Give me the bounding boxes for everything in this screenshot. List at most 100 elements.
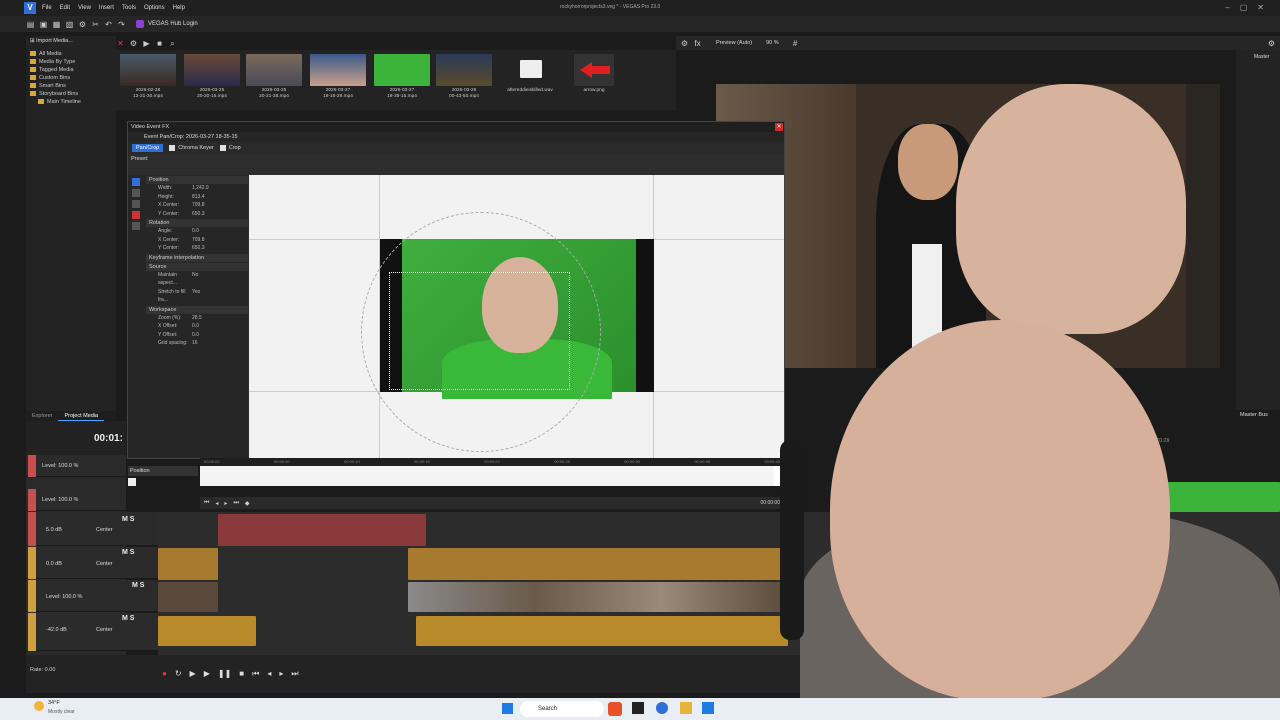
menu-tools[interactable]: Tools <box>122 5 136 11</box>
pause-icon[interactable]: ❚❚ <box>218 669 231 679</box>
taskbar-app-icon[interactable] <box>656 702 668 714</box>
prop-row[interactable]: Grid spacing: 16 <box>146 339 248 348</box>
mute-button[interactable]: M S <box>132 582 144 589</box>
keyframe-marker[interactable] <box>128 478 136 486</box>
cut-icon[interactable]: ✂ <box>91 20 100 29</box>
video-clip[interactable] <box>408 582 788 612</box>
fx-enable-checkbox[interactable] <box>219 145 226 151</box>
stop-icon[interactable]: ■ <box>239 669 244 679</box>
first-keyframe-icon[interactable]: ⏮ <box>204 500 209 507</box>
move-tool-icon[interactable] <box>132 189 140 197</box>
prop-row[interactable]: Zoom (%): 28.5 <box>146 314 248 323</box>
save-icon[interactable]: ▦ <box>52 20 61 29</box>
undo-icon[interactable]: ↶ <box>104 20 113 29</box>
taskbar-app-icon[interactable] <box>702 702 714 714</box>
record-icon[interactable]: ● <box>162 669 167 679</box>
track-level[interactable]: Level: 100.0 % <box>42 497 78 503</box>
audio-clip[interactable] <box>158 616 256 646</box>
prev-frame-icon[interactable]: ◂ <box>267 669 271 679</box>
menu-insert[interactable]: Insert <box>99 5 114 11</box>
track-header-audio[interactable]: 0.0 dB Center M S <box>26 547 158 579</box>
preview-quality-select[interactable]: Preview (Auto) <box>716 40 752 46</box>
close-icon[interactable]: ✕ <box>775 123 783 131</box>
mute-button[interactable]: M S <box>122 516 134 523</box>
redo-icon[interactable]: ↷ <box>117 20 126 29</box>
hub-login-button[interactable]: VEGAS Hub Login <box>148 21 198 27</box>
taskbar-app-icon[interactable] <box>608 702 622 716</box>
prev-keyframe-icon[interactable]: ◂ <box>215 500 218 507</box>
track-header-video[interactable]: Level: 100.0 % <box>26 489 126 511</box>
prop-row[interactable]: Y Center: 650.3 <box>146 210 248 219</box>
mute-button[interactable]: M S <box>122 549 134 556</box>
menu-options[interactable]: Options <box>144 5 165 11</box>
lock-aspect-icon[interactable] <box>132 222 140 230</box>
prop-row[interactable]: Maintain aspect... No <box>146 271 248 288</box>
tab-explorer[interactable]: Explorer <box>26 411 58 421</box>
search-icon[interactable]: ⌕ <box>168 39 177 48</box>
track-level[interactable]: Level: 100.0 % <box>42 463 78 469</box>
tree-item[interactable]: Storyboard Bins <box>30 90 114 98</box>
media-thumbnail[interactable] <box>374 54 430 86</box>
preview-zoom[interactable]: 90 % <box>766 40 779 46</box>
menu-file[interactable]: File <box>42 5 52 11</box>
track-pan[interactable]: Center <box>96 561 113 567</box>
remove-icon[interactable]: ✕ <box>116 39 125 48</box>
prop-row[interactable]: Y Center: 650.3 <box>146 244 248 253</box>
tree-item[interactable]: Custom Bins <box>30 74 114 82</box>
prop-row[interactable]: X Offset: 0.0 <box>146 322 248 331</box>
audio-clip[interactable] <box>158 548 218 580</box>
normal-edit-tool-icon[interactable] <box>132 178 140 186</box>
tab-project-media[interactable]: Project Media <box>58 411 105 421</box>
snap-icon[interactable] <box>132 211 140 219</box>
audio-file-icon[interactable] <box>520 60 542 78</box>
media-thumbnail[interactable] <box>310 54 366 86</box>
menu-edit[interactable]: Edit <box>60 5 70 11</box>
tree-item[interactable]: All Media <box>30 50 114 58</box>
track-header-video[interactable]: Level: 100.0 % M S <box>26 580 158 612</box>
section-rotation[interactable]: Rotation <box>146 219 248 227</box>
fx-icon[interactable]: fx <box>693 39 702 48</box>
media-thumbnail[interactable] <box>184 54 240 86</box>
weather-temp[interactable]: 34°F <box>48 700 60 706</box>
tree-item[interactable]: Media By Type <box>30 58 114 66</box>
track-volume[interactable]: -42.0 dB <box>46 627 67 633</box>
tree-item[interactable]: Main Timeline <box>30 98 114 106</box>
keyframe-track[interactable] <box>200 466 774 486</box>
fx-crop[interactable]: Crop <box>229 145 241 151</box>
preview-settings-icon[interactable]: ⚙ <box>680 39 689 48</box>
prop-row[interactable]: Stretch to fill fra... Yes <box>146 288 248 305</box>
prop-row[interactable]: Width: 1,242.9 <box>146 184 248 193</box>
track-volume[interactable]: 5.0 dB <box>46 527 62 533</box>
add-keyframe-icon[interactable]: ◆ <box>245 500 250 507</box>
last-keyframe-icon[interactable]: ⏭ <box>233 500 238 507</box>
prop-row[interactable]: X Center: 709.8 <box>146 236 248 245</box>
menu-view[interactable]: View <box>78 5 91 11</box>
crop-box[interactable] <box>389 272 570 390</box>
taskbar-app-icon[interactable] <box>632 702 644 714</box>
tree-item[interactable]: Tagged Media <box>30 66 114 74</box>
media-thumbnail[interactable] <box>120 54 176 86</box>
track-level[interactable]: Level: 100.0 % <box>46 594 82 600</box>
stop-icon[interactable]: ■ <box>155 39 164 48</box>
media-thumbnail[interactable] <box>436 54 492 86</box>
open-icon[interactable]: ▣ <box>39 20 48 29</box>
play-from-start-icon[interactable]: ▶ <box>190 669 196 679</box>
go-to-start-icon[interactable]: ⏮ <box>252 669 259 679</box>
track-volume[interactable]: 0.0 dB <box>46 561 62 567</box>
media-thumbnail[interactable] <box>574 54 614 86</box>
weather-desc[interactable]: Mostly clear <box>48 709 75 715</box>
prop-row[interactable]: X Center: 709.8 <box>146 201 248 210</box>
play-icon[interactable]: ▶ <box>142 39 151 48</box>
audio-clip[interactable] <box>416 616 788 646</box>
fx-pan-crop[interactable]: Pan/Crop <box>132 144 164 152</box>
go-to-end-icon[interactable]: ⏭ <box>291 669 298 679</box>
fx-enable-checkbox[interactable] <box>169 145 176 151</box>
next-frame-icon[interactable]: ▸ <box>279 669 283 679</box>
next-keyframe-icon[interactable]: ▸ <box>224 500 227 507</box>
mixer-settings-icon[interactable]: ⚙ <box>1267 39 1276 48</box>
section-keyframe-interpolation[interactable]: Keyframe interpolation <box>146 253 248 262</box>
render-icon[interactable]: ▧ <box>65 20 74 29</box>
section-source[interactable]: Source <box>146 262 248 271</box>
track-header-audio[interactable]: -42.0 dB Center M S <box>26 613 158 651</box>
video-clip[interactable] <box>158 582 218 612</box>
